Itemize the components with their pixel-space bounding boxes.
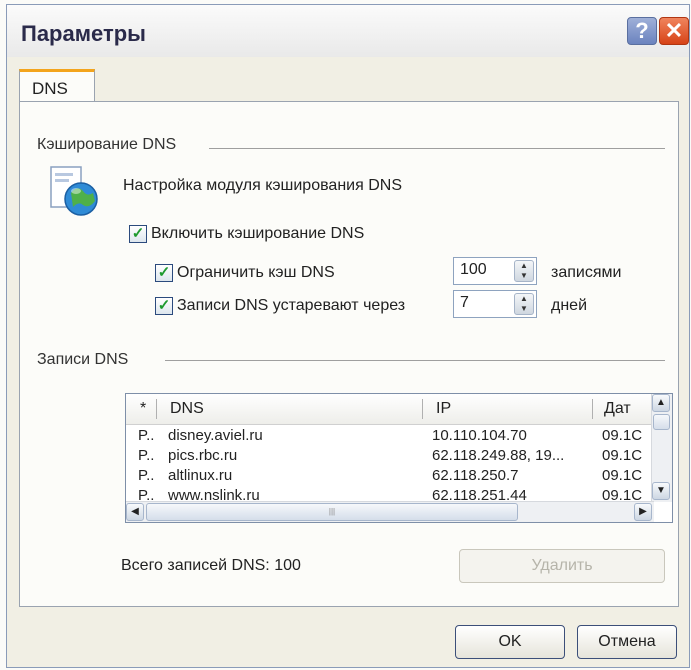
expire-checkbox[interactable]: ✓ xyxy=(155,297,173,315)
help-button[interactable]: ? xyxy=(627,17,657,45)
scroll-left-icon[interactable]: ◀ xyxy=(126,503,144,521)
row-type: P.. xyxy=(138,487,155,502)
spin-down-icon[interactable]: ▼ xyxy=(520,304,528,313)
tab-dns[interactable]: DNS xyxy=(19,69,95,105)
table-row[interactable]: P.. disney.aviel.ru 10.110.104.70 09.1C xyxy=(126,426,652,446)
spin-down-icon[interactable]: ▼ xyxy=(520,271,528,280)
row-date: 09.1C xyxy=(602,487,643,502)
records-group-divider xyxy=(165,360,665,361)
column-header-dns[interactable]: DNS xyxy=(170,400,204,418)
row-dns: www.nslink.ru xyxy=(168,487,260,502)
enable-caching-label: Включить кэширование DNS xyxy=(151,225,365,242)
limit-cache-spin-buttons[interactable]: ▲ ▼ xyxy=(514,260,534,282)
row-ip: 10.110.104.70 xyxy=(432,427,527,444)
limit-cache-unit: записями xyxy=(551,264,622,281)
check-icon: ✓ xyxy=(157,264,171,281)
column-separator[interactable] xyxy=(592,399,593,419)
title-bar[interactable]: Параметры ? ✕ xyxy=(7,5,689,57)
caching-description: Настройка модуля кэширования DNS xyxy=(123,177,402,194)
row-type: P.. xyxy=(138,447,155,464)
row-ip: 62.118.249.88, 19... xyxy=(432,447,565,464)
scroll-down-icon[interactable]: ▼ xyxy=(652,482,670,500)
help-icon: ? xyxy=(635,18,649,43)
row-type: P.. xyxy=(138,467,155,484)
expire-spin-buttons[interactable]: ▲ ▼ xyxy=(514,293,534,315)
row-dns: pics.rbc.ru xyxy=(168,447,238,464)
column-header-date[interactable]: Дат xyxy=(604,400,631,418)
row-date: 09.1C xyxy=(602,447,643,464)
row-ip: 62.118.251.44 xyxy=(432,487,527,502)
scroll-right-icon[interactable]: ▶ xyxy=(634,503,652,521)
list-header: * DNS IP Дат xyxy=(126,394,652,425)
check-icon: ✓ xyxy=(157,297,171,314)
limit-cache-label: Ограничить кэш DNS xyxy=(177,264,335,281)
row-date: 09.1C xyxy=(602,467,643,484)
dns-globe-icon xyxy=(50,166,98,216)
expire-label: Записи DNS устаревают через xyxy=(177,297,406,314)
tab-strip: DNS xyxy=(7,57,689,105)
row-dns: disney.aviel.ru xyxy=(168,427,263,444)
table-row[interactable]: P.. altlinux.ru 62.118.250.7 09.1C xyxy=(126,466,652,486)
expire-spinner[interactable]: ▲ ▼ xyxy=(453,290,537,318)
column-header-sort[interactable]: * xyxy=(140,400,146,418)
spin-up-icon[interactable]: ▲ xyxy=(520,261,528,270)
column-header-ip[interactable]: IP xyxy=(436,400,451,418)
caching-group-label: Кэширование DNS xyxy=(37,136,185,154)
row-type: P.. xyxy=(138,427,155,444)
limit-cache-spinner[interactable]: ▲ ▼ xyxy=(453,257,537,285)
delete-button[interactable]: Удалить xyxy=(459,549,665,583)
caching-group-divider xyxy=(209,148,665,149)
enable-caching-checkbox[interactable]: ✓ xyxy=(129,225,147,243)
records-group-label: Записи DNS xyxy=(37,351,137,369)
close-button[interactable]: ✕ xyxy=(659,17,689,45)
vertical-scroll-thumb[interactable] xyxy=(653,414,670,430)
column-separator[interactable] xyxy=(156,399,157,419)
expire-unit: дней xyxy=(551,297,588,314)
spin-up-icon[interactable]: ▲ xyxy=(520,294,528,303)
scroll-up-icon[interactable]: ▲ xyxy=(652,394,670,412)
expire-input[interactable] xyxy=(454,291,508,315)
ok-button[interactable]: OK xyxy=(455,625,565,659)
column-separator[interactable] xyxy=(422,399,423,419)
window-title: Параметры xyxy=(21,21,146,46)
close-icon: ✕ xyxy=(664,18,684,43)
limit-cache-checkbox[interactable]: ✓ xyxy=(155,264,173,282)
table-row[interactable]: P.. pics.rbc.ru 62.118.249.88, 19... 09.… xyxy=(126,446,652,466)
horizontal-scrollbar[interactable]: ◀ ||| ▶ xyxy=(126,501,654,522)
horizontal-scroll-thumb[interactable]: ||| xyxy=(146,503,518,521)
parameters-dialog: Параметры ? ✕ DNS Кэширование DNS Настро… xyxy=(6,4,690,668)
total-records-label: Всего записей DNS: 100 xyxy=(121,557,301,574)
row-date: 09.1C xyxy=(602,427,643,444)
limit-cache-input[interactable] xyxy=(454,258,508,282)
check-icon: ✓ xyxy=(131,225,145,242)
table-row[interactable]: P.. www.nslink.ru 62.118.251.44 09.1C xyxy=(126,486,652,502)
dns-records-list[interactable]: * DNS IP Дат P.. disney.aviel.ru 10.110.… xyxy=(125,393,673,523)
cancel-button[interactable]: Отмена xyxy=(577,625,677,659)
vertical-scrollbar[interactable]: ▲ ▼ xyxy=(651,394,672,502)
row-dns: altlinux.ru xyxy=(168,467,233,484)
row-ip: 62.118.250.7 xyxy=(432,467,519,484)
